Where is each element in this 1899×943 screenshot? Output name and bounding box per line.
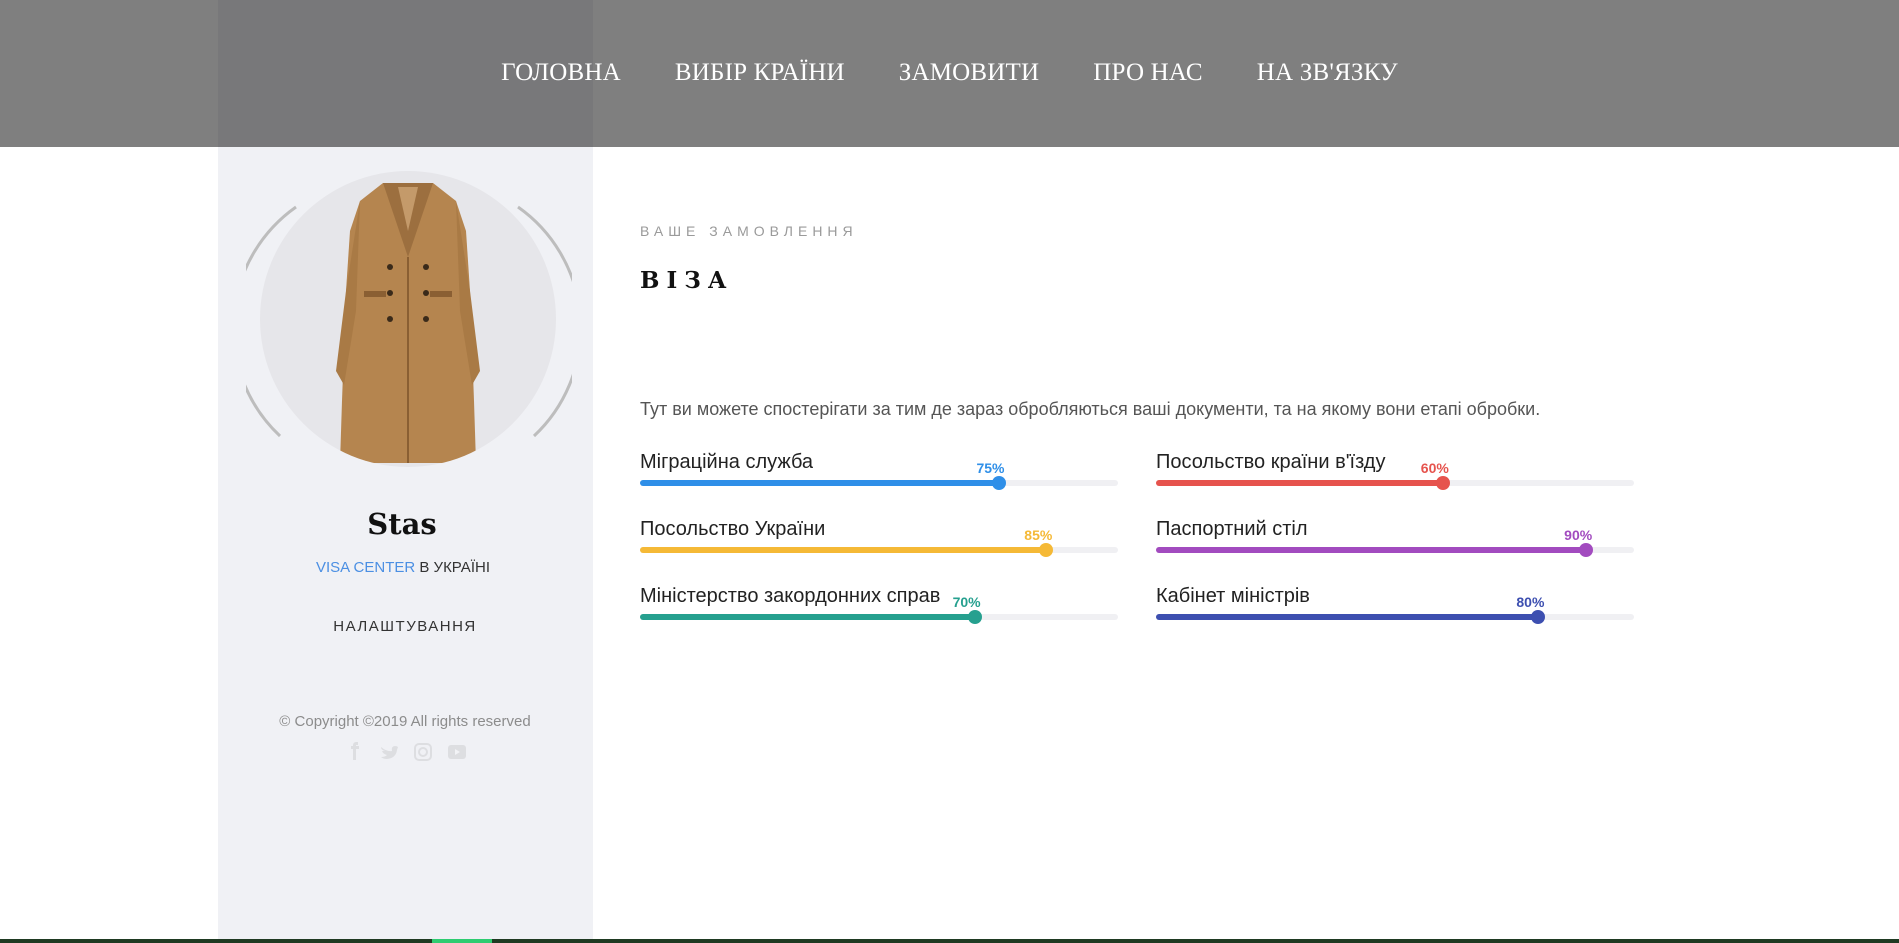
progress-track: [640, 476, 1118, 490]
progress-handle: [1531, 610, 1546, 624]
coat-icon: [336, 183, 480, 463]
progress-percent: 70%: [952, 594, 981, 610]
intro-text: Тут ви можете спостерігати за тим де зар…: [640, 399, 1541, 419]
progress-handle: [1039, 543, 1054, 557]
twitter-icon[interactable]: [379, 742, 399, 762]
user-name: Stas: [367, 507, 437, 541]
avatar: [246, 171, 572, 471]
nav-home[interactable]: ГОЛОВНА: [501, 59, 621, 87]
instagram-icon[interactable]: [413, 742, 433, 762]
progress-item: Посольство країни в'їзду 60%: [1156, 451, 1634, 501]
progress-track: [640, 610, 1118, 624]
progress-track: [1156, 543, 1634, 557]
progress-fill: [1156, 614, 1539, 620]
progress-item: Міністерство закордонних справ 70%: [640, 585, 1118, 635]
progress-item: Паспортний стіл 90%: [1156, 518, 1634, 568]
bottom-accent: [432, 939, 492, 943]
youtube-icon[interactable]: [447, 742, 467, 762]
progress-label: Посольство країни в'їзду: [1156, 451, 1386, 473]
progress-percent: 85%: [1024, 527, 1053, 543]
progress-label: Міграційна служба: [640, 451, 814, 473]
progress-percent: 90%: [1564, 527, 1593, 543]
nav-order[interactable]: ЗАМОВИТИ: [899, 59, 1040, 87]
progress-track: [1156, 476, 1634, 490]
nav-choose-country[interactable]: ВИБІР КРАЇНИ: [675, 59, 845, 87]
progress-percent: 60%: [1420, 460, 1449, 476]
progress-label: Посольство України: [640, 518, 826, 540]
nav-contact[interactable]: НА ЗВ'ЯЗКУ: [1257, 59, 1398, 87]
progress-label: Паспортний стіл: [1156, 518, 1308, 540]
nav-about[interactable]: ПРО НАС: [1093, 59, 1203, 87]
progress-fill: [1156, 480, 1443, 486]
progress-track: [1156, 610, 1634, 624]
facebook-icon[interactable]: [345, 742, 365, 762]
section-eyebrow: ВАШЕ ЗАМОВЛЕННЯ: [640, 223, 858, 239]
progress-label: Міністерство закордонних справ: [640, 585, 941, 607]
settings-link[interactable]: НАЛАШТУВАННЯ: [218, 618, 592, 635]
progress-label: Кабінет міністрів: [1156, 585, 1310, 607]
progress-handle: [1579, 543, 1594, 557]
bottom-border: [0, 939, 1899, 943]
location-text: В УКРАЇНІ: [415, 559, 490, 576]
user-subtitle: VISA CENTER В УКРАЇНІ: [218, 559, 588, 576]
copyright: © Copyright ©2019 All rights reserved: [279, 713, 531, 730]
progress-item: Міграційна служба 75%: [640, 451, 1118, 501]
brand-link[interactable]: VISA CENTER: [316, 559, 415, 576]
main-nav: ГОЛОВНА ВИБІР КРАЇНИ ЗАМОВИТИ ПРО НАС НА…: [474, 59, 1425, 87]
progress-fill: [640, 480, 999, 486]
progress-percent: 80%: [1516, 594, 1545, 610]
progress-handle: [967, 610, 982, 624]
progress-handle: [1435, 476, 1450, 490]
progress-fill: [640, 614, 975, 620]
progress-fill: [1156, 547, 1587, 553]
progress-track: [640, 543, 1118, 557]
social-links: [345, 742, 467, 762]
progress-item: Посольство України 85%: [640, 518, 1118, 568]
progress-handle: [991, 476, 1006, 490]
page-title: ВІЗА: [640, 267, 734, 294]
top-navigation: ГОЛОВНА ВИБІР КРАЇНИ ЗАМОВИТИ ПРО НАС НА…: [0, 0, 1899, 147]
progress-fill: [640, 547, 1047, 553]
progress-percent: 75%: [976, 460, 1005, 476]
progress-item: Кабінет міністрів 80%: [1156, 585, 1634, 635]
avatar-photo: [260, 171, 556, 467]
